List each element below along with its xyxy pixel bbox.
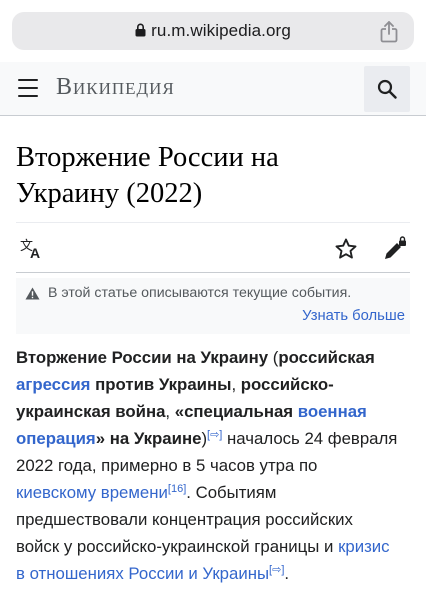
footnote-link[interactable]: [16]: [168, 483, 186, 495]
plain-text: началось 24 февраля: [222, 429, 398, 448]
kyiv-time-link[interactable]: киевскому времени: [16, 483, 168, 502]
current-events-notice: В этой статье описываются текущие событи…: [16, 278, 410, 334]
wikipedia-wordmark[interactable]: Википедия: [56, 74, 175, 101]
share-icon[interactable]: [380, 21, 398, 43]
page-title-line-2: Украину (2022): [16, 178, 203, 209]
browser-toolbar: ru.m.wikipedia.org: [0, 0, 426, 62]
menu-icon[interactable]: [18, 79, 38, 97]
plain-text: (: [268, 348, 279, 367]
text-line: агрессия против Украины, российско-: [16, 371, 416, 398]
page-title: Вторжение России на Украину (2022): [16, 140, 406, 212]
notice-text: В этой статье описываются текущие событи…: [48, 285, 352, 301]
text-line: Вторжение России на Украину (российская: [16, 344, 416, 371]
text-line: войск у российско-украинской границы и к…: [16, 533, 416, 560]
text-line: в отношениях России и Украины[⇨].: [16, 560, 416, 587]
text-line: 2022 года, примерно в 5 часов утра по: [16, 452, 416, 479]
plain-text: .: [284, 564, 290, 583]
military-operation-link-cont[interactable]: операция: [16, 429, 96, 448]
crisis-link-cont[interactable]: в отношениях России и Украины: [16, 564, 269, 583]
bold-text: «специальная: [174, 402, 298, 421]
crisis-link[interactable]: кризис: [338, 537, 390, 556]
footnote-link[interactable]: [⇨]: [269, 564, 284, 576]
page-title-line-1: Вторжение России на: [16, 142, 279, 173]
svg-text:A: A: [30, 245, 40, 260]
pencil-lock-icon[interactable]: [382, 236, 408, 262]
page-actions: 文 A: [16, 230, 410, 268]
text-line: киевскому времени[16]. Событиям: [16, 479, 416, 506]
bold-text: российская: [278, 348, 375, 367]
bold-text: российско-: [240, 375, 334, 394]
text-line: предшествовали концентрация российских: [16, 506, 416, 533]
lock-icon: [135, 23, 146, 37]
footnote-link[interactable]: [⇨]: [207, 429, 222, 441]
actions-divider: [16, 272, 410, 273]
warning-icon: [25, 287, 40, 300]
bold-text: » на Украине: [95, 429, 202, 448]
text-line: операция» на Украине)[⇨] началось 24 фев…: [16, 425, 416, 452]
bold-text: украинская война: [16, 402, 166, 421]
language-icon[interactable]: 文 A: [20, 238, 44, 260]
text-line: украинская война, «специальная военная: [16, 398, 416, 425]
military-operation-link[interactable]: военная: [298, 402, 367, 421]
search-button[interactable]: [364, 66, 410, 112]
plain-text: . Событиям: [186, 483, 277, 502]
footnote[interactable]: [16]: [168, 483, 186, 495]
site-header: Википедия: [0, 62, 426, 116]
plain-text: 2022 года, примерно в 5 часов утра по: [16, 456, 318, 475]
plain-text: ,: [231, 375, 241, 394]
aggression-link[interactable]: агрессия: [16, 375, 90, 394]
lead-paragraph: Вторжение России на Украину (российская …: [16, 344, 416, 587]
bold-text: Вторжение России на Украину: [16, 348, 269, 367]
learn-more-link[interactable]: Узнать больше: [302, 308, 405, 324]
plain-text: войск у российско-украинской границы и: [16, 537, 339, 556]
address-text-wrap: ru.m.wikipedia.org: [12, 21, 414, 41]
bold-text: против Украины: [90, 375, 232, 394]
star-icon[interactable]: [334, 237, 358, 261]
plain-text: ,: [165, 402, 175, 421]
title-divider: [16, 222, 410, 223]
search-icon: [377, 79, 397, 99]
address-bar[interactable]: ru.m.wikipedia.org: [12, 12, 414, 50]
footnote[interactable]: [⇨]: [207, 429, 222, 441]
footnote[interactable]: [⇨]: [269, 564, 284, 576]
url-text: ru.m.wikipedia.org: [151, 21, 291, 40]
plain-text: предшествовали концентрация российских: [16, 510, 353, 529]
